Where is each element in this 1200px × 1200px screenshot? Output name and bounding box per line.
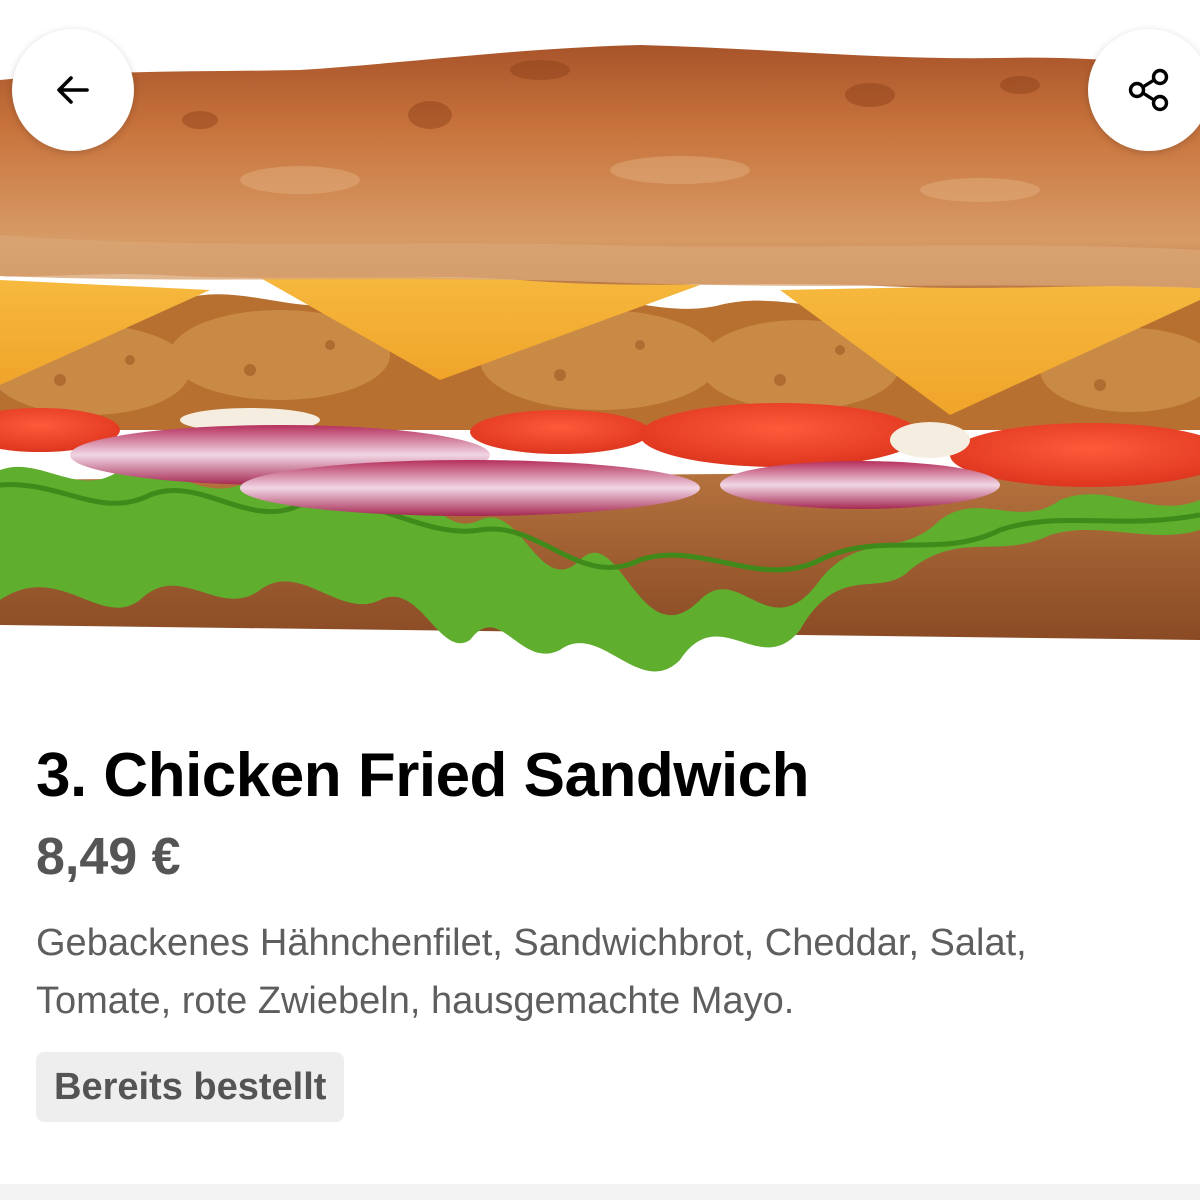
share-button[interactable]	[1088, 29, 1200, 151]
product-details: 3. Chicken Fried Sandwich 8,49 € Gebacke…	[36, 730, 1166, 1122]
product-description: Gebackenes Hähnchenfilet, Sandwichbrot, …	[36, 922, 1027, 1022]
product-price: 8,49 €	[36, 828, 181, 886]
share-icon	[1128, 68, 1169, 112]
product-title: 3. Chicken Fried Sandwich	[36, 741, 810, 810]
arrow-left-icon	[57, 76, 89, 104]
section-divider	[0, 1184, 1200, 1200]
already-ordered-badge: Bereits bestellt	[36, 1052, 345, 1122]
sandwich-illustration	[0, 45, 1200, 672]
back-button[interactable]	[12, 29, 134, 151]
product-hero-image	[0, 0, 1200, 680]
